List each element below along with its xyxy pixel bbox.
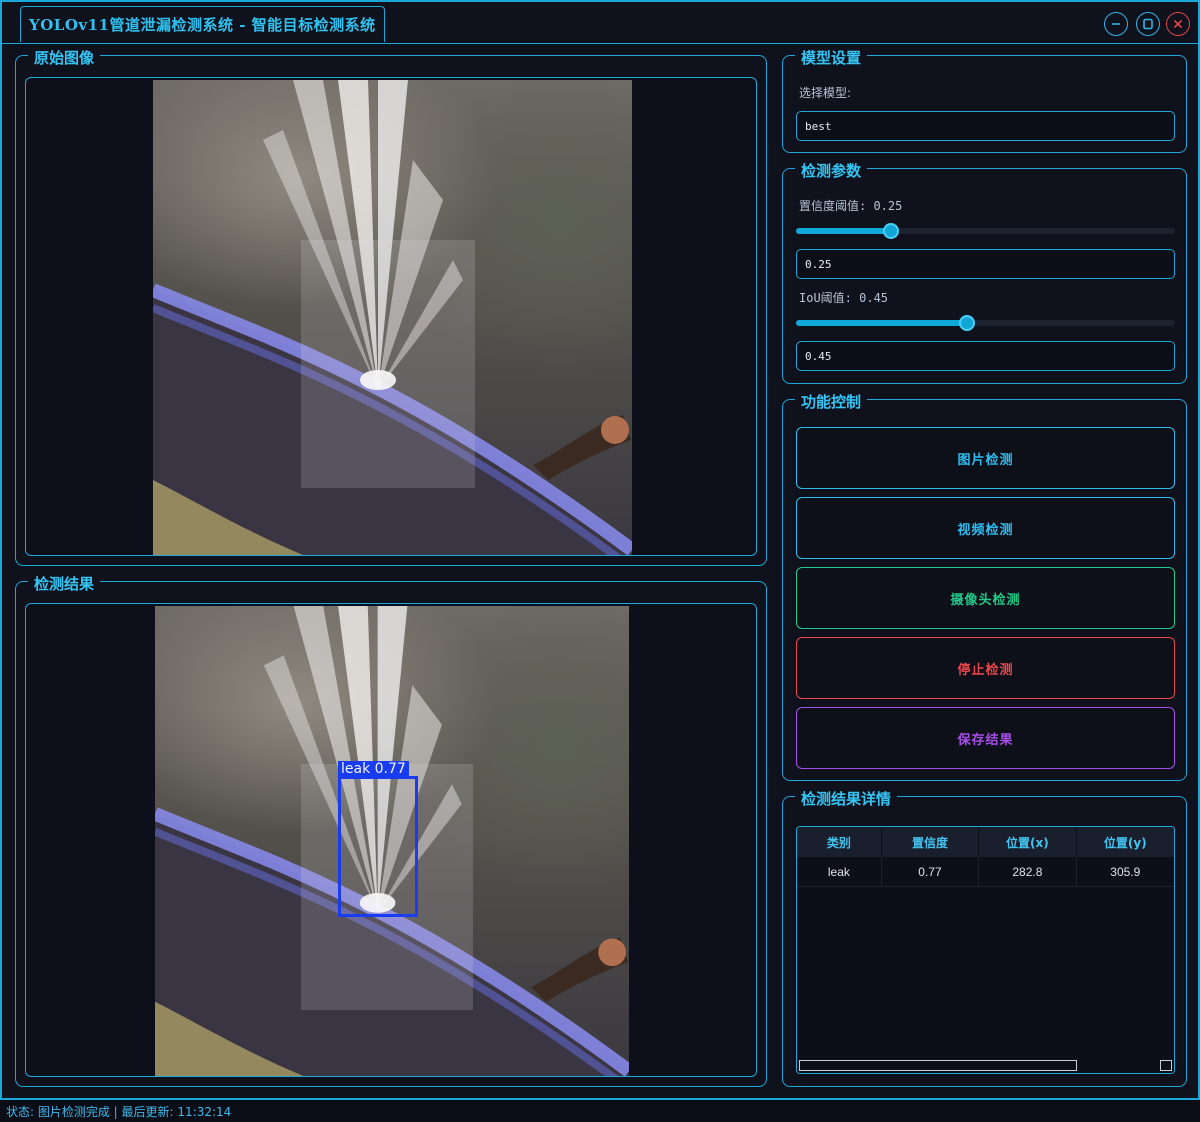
conf-slider[interactable] <box>796 223 1175 239</box>
original-pipe-image <box>153 80 632 555</box>
model-settings-title: 模型设置 <box>795 47 868 68</box>
cell-x: 282.8 <box>979 857 1077 887</box>
conf-threshold-input[interactable]: 0.25 <box>796 249 1175 279</box>
cell-confidence: 0.77 <box>882 857 980 887</box>
camera-detect-button[interactable]: 摄像头检测 <box>796 567 1175 629</box>
iou-slider-fill <box>796 320 967 326</box>
column-header-y[interactable]: 位置(y) <box>1077 827 1174 857</box>
result-image-title: 检测结果 <box>28 573 101 594</box>
table-header: 类别 置信度 位置(x) 位置(y) <box>797 827 1174 857</box>
window-title: YOLOv11管道泄漏检测系统 - 智能目标检测系统 <box>29 16 376 34</box>
iou-threshold-label: IoU阈值: 0.45 <box>799 291 889 305</box>
result-image-frame: leak 0.77 <box>25 603 757 1077</box>
model-select[interactable]: best <box>796 111 1175 141</box>
conf-threshold-label: 置信度阈值: 0.25 <box>799 199 903 213</box>
scroll-right-button[interactable] <box>1160 1060 1172 1071</box>
function-control-title: 功能控制 <box>795 391 868 412</box>
video-detect-button[interactable]: 视频检测 <box>796 497 1175 559</box>
iou-threshold-input[interactable]: 0.45 <box>796 341 1175 371</box>
save-result-button[interactable]: 保存结果 <box>796 707 1175 769</box>
highlight-region <box>301 240 475 488</box>
title-tab: YOLOv11管道泄漏检测系统 - 智能目标检测系统 <box>20 6 385 42</box>
conf-slider-fill <box>796 228 891 234</box>
close-icon <box>1173 19 1183 29</box>
column-header-class[interactable]: 类别 <box>797 827 882 857</box>
detect-params-title: 检测参数 <box>795 160 868 181</box>
conf-slider-handle[interactable] <box>883 223 899 239</box>
column-header-x[interactable]: 位置(x) <box>979 827 1077 857</box>
results-detail-title: 检测结果详情 <box>795 788 898 809</box>
maximize-icon <box>1143 18 1153 30</box>
column-header-confidence[interactable]: 置信度 <box>882 827 980 857</box>
cell-class: leak <box>797 857 882 887</box>
original-image-frame <box>25 77 757 556</box>
scrollbar-thumb[interactable] <box>799 1060 1077 1071</box>
results-table: 类别 置信度 位置(x) 位置(y) leak 0.77 282.8 305.9 <box>796 826 1175 1074</box>
result-pipe-image: leak 0.77 <box>155 606 629 1076</box>
original-image-title: 原始图像 <box>28 47 101 68</box>
model-select-label: 选择模型: <box>799 86 852 100</box>
detection-bounding-box <box>338 776 418 917</box>
iou-slider[interactable] <box>796 315 1175 331</box>
minimize-icon <box>1112 23 1120 25</box>
table-row[interactable]: leak 0.77 282.8 305.9 <box>797 857 1174 887</box>
detection-label: leak 0.77 <box>338 761 409 777</box>
cell-y: 305.9 <box>1110 865 1141 879</box>
close-button[interactable] <box>1166 12 1190 36</box>
image-detect-button[interactable]: 图片检测 <box>796 427 1175 489</box>
horizontal-scrollbar[interactable] <box>797 1059 1174 1073</box>
stop-detect-button[interactable]: 停止检测 <box>796 637 1175 699</box>
maximize-button[interactable] <box>1136 12 1160 36</box>
title-bar: YOLOv11管道泄漏检测系统 - 智能目标检测系统 <box>2 2 1198 44</box>
minimize-button[interactable] <box>1104 12 1128 36</box>
app-window: YOLOv11管道泄漏检测系统 - 智能目标检测系统 原始图像 检测结果 lea… <box>0 0 1200 1100</box>
status-bar: 状态: 图片检测完成 | 最后更新: 11:32:14 <box>0 1101 1200 1122</box>
iou-slider-handle[interactable] <box>959 315 975 331</box>
